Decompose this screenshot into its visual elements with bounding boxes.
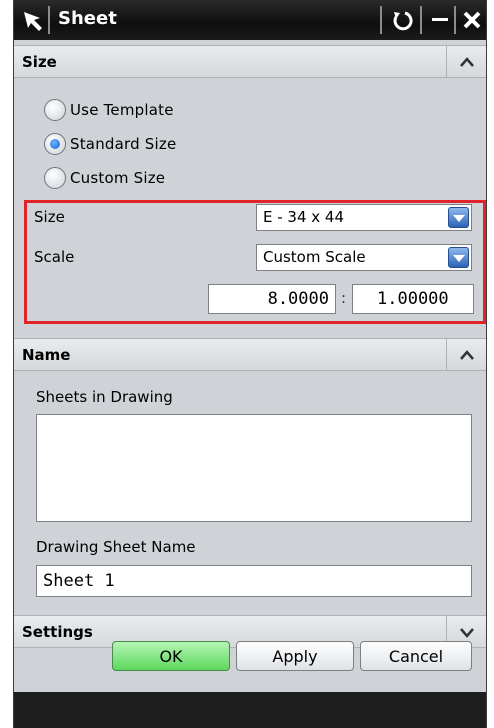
sheets-in-drawing-label: Sheets in Drawing: [36, 388, 173, 406]
scale-denominator-input[interactable]: 1.00000: [352, 284, 474, 314]
reset-button[interactable]: [386, 4, 418, 36]
reset-icon: [393, 11, 413, 31]
window-title: Sheet: [58, 8, 117, 29]
radio-use-template[interactable]: Use Template: [44, 98, 174, 122]
radio-standard-size[interactable]: Standard Size: [44, 132, 176, 156]
radio-label: Use Template: [70, 101, 174, 119]
minimize-button[interactable]: [424, 4, 456, 36]
scale-dropdown[interactable]: Custom Scale: [256, 244, 472, 271]
cancel-button[interactable]: Cancel: [360, 641, 472, 671]
sheet-dialog: Sheet Size Use Template Standard Size Cu…: [13, 0, 487, 728]
size-label: Size: [34, 208, 65, 226]
size-dropdown-value: E - 34 x 44: [263, 208, 345, 226]
radio-button[interactable]: [44, 99, 66, 121]
size-group-header[interactable]: Size: [14, 45, 486, 78]
minimize-icon: [432, 18, 448, 21]
radio-custom-size[interactable]: Custom Size: [44, 166, 165, 190]
close-button[interactable]: [456, 4, 488, 36]
radio-label: Standard Size: [70, 135, 177, 153]
sheets-list[interactable]: [36, 414, 472, 522]
size-group-title: Size: [22, 53, 57, 71]
ok-button[interactable]: OK: [112, 641, 230, 671]
radio-label: Custom Size: [70, 169, 166, 187]
settings-group-title: Settings: [22, 623, 93, 641]
bottom-bar: [14, 692, 486, 728]
close-icon: [463, 11, 481, 29]
chevron-up-icon[interactable]: [446, 46, 486, 77]
name-group-title: Name: [22, 346, 71, 364]
title-separator: [420, 6, 422, 34]
chevron-down-icon[interactable]: [448, 207, 469, 228]
scale-label: Scale: [34, 248, 75, 266]
title-bar: Sheet: [14, 0, 486, 40]
drawing-sheet-name-label: Drawing Sheet Name: [36, 538, 196, 556]
sheet-name-input[interactable]: Sheet 1: [36, 565, 472, 597]
title-separator: [48, 6, 50, 34]
chevron-up-icon[interactable]: [446, 339, 486, 370]
scale-numerator-input[interactable]: 8.0000: [208, 284, 336, 314]
title-separator: [380, 6, 382, 34]
size-dropdown[interactable]: E - 34 x 44: [256, 204, 472, 231]
chevron-down-icon[interactable]: [448, 247, 469, 268]
select-arrow-icon: [18, 6, 48, 34]
apply-button[interactable]: Apply: [236, 641, 354, 671]
scale-dropdown-value: Custom Scale: [263, 248, 366, 266]
name-group-header[interactable]: Name: [14, 338, 486, 371]
radio-button[interactable]: [44, 133, 66, 155]
radio-button[interactable]: [44, 167, 66, 189]
scale-separator: :: [341, 289, 347, 307]
